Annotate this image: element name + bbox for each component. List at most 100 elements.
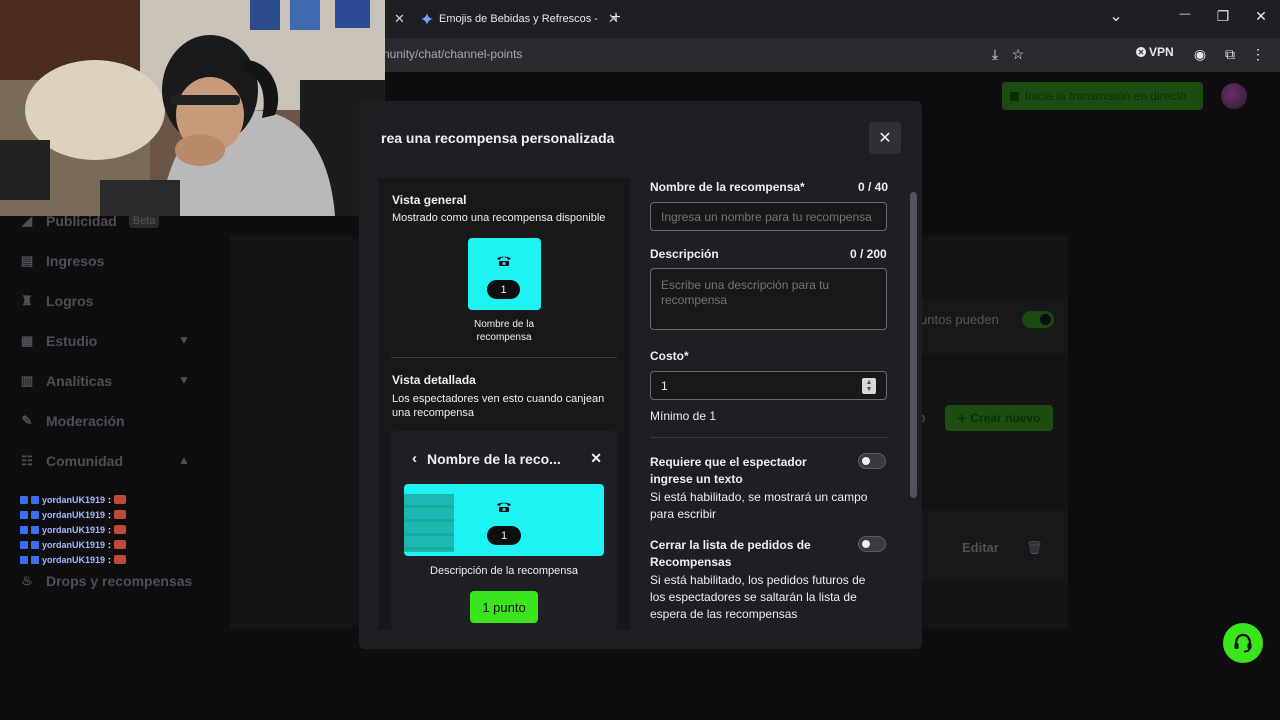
tab-title: Emojis de Bebidas y Refrescos -	[439, 13, 598, 25]
divider	[391, 357, 617, 358]
skip-queue-label: Cerrar la lista de pedidos de Recompensa…	[650, 538, 811, 569]
user-avatar[interactable]	[1221, 83, 1247, 109]
create-new-button[interactable]: + Crear nuevo	[945, 405, 1053, 431]
banner-cost-pill: 1	[487, 526, 521, 545]
description-char-count: 0 / 200	[850, 247, 887, 261]
menu-icon[interactable]: ⋮	[1248, 44, 1268, 64]
background-toggle[interactable]	[1022, 311, 1054, 328]
webcam-image	[0, 0, 385, 216]
account-icon[interactable]: ◉	[1190, 44, 1210, 64]
sidebar-item-analiticas[interactable]: ▥ Analíticas	[20, 371, 112, 391]
trash-icon[interactable]: 🗑	[1026, 540, 1043, 556]
sidebar-item-moderacion[interactable]: ✎ Moderación	[20, 411, 125, 431]
chat-overlay: yordanUK1919: yordanUK1919: yordanUK1919…	[20, 492, 127, 567]
chat-line: yordanUK1919:	[20, 537, 127, 552]
cost-stepper[interactable]: ▲ ▼	[862, 377, 876, 394]
start-live-button[interactable]: Inicia la transmisión en directo	[1002, 82, 1203, 110]
sidebar-item-comunidad[interactable]: ☷ Comunidad	[20, 451, 123, 471]
emote-icon	[114, 495, 127, 504]
emote-icon	[114, 555, 127, 564]
chart-icon: ▤	[20, 253, 34, 268]
trophy-icon: ♜	[21, 293, 33, 308]
cost-value: 1	[661, 378, 668, 393]
cost-label: Costo*	[650, 349, 689, 363]
video-icon	[1010, 91, 1019, 101]
sidebar-item-estudio[interactable]: ▦ Estudio	[20, 331, 98, 351]
sidebar-item-ingresos[interactable]: ▤ Ingresos	[20, 251, 105, 271]
vpn-icon: ✕	[1136, 47, 1146, 57]
gift-icon: ♨	[21, 573, 33, 588]
extensions-icon[interactable]: ⧉	[1220, 44, 1240, 64]
chevron-up-icon[interactable]: ▲	[178, 453, 190, 467]
background-setting-text: untos pueden	[920, 312, 999, 327]
chevron-down-icon[interactable]: ▼	[178, 333, 190, 347]
require-text-toggle[interactable]	[858, 453, 886, 469]
general-view-subtitle: Mostrado como una recompensa disponible	[392, 212, 606, 224]
description-label: Descripción	[650, 247, 719, 261]
chevron-left-icon: ‹	[412, 450, 417, 467]
install-icon[interactable]: ⤓	[985, 44, 1005, 64]
name-char-count: 0 / 40	[858, 180, 889, 194]
browser-tab-active[interactable]: Emojis de Bebidas y Refrescos - ✕	[421, 6, 619, 32]
cost-input[interactable]: 1 ▲ ▼	[650, 371, 887, 400]
modal-scrollbar[interactable]	[910, 192, 917, 498]
reward-name-input[interactable]	[650, 202, 887, 231]
phone-icon	[497, 256, 511, 266]
reward-description-input[interactable]	[650, 268, 887, 330]
detail-reward-banner: 1	[404, 484, 604, 556]
badge-icon	[31, 540, 39, 549]
minimize-button[interactable]: —	[1175, 8, 1195, 20]
help-button[interactable]	[1223, 623, 1263, 663]
reward-tile: 1	[468, 238, 541, 310]
browser-tab-previous[interactable]: ✕	[384, 6, 405, 32]
gemini-icon	[421, 13, 433, 25]
badge-icon	[20, 495, 28, 504]
banner-stripes	[404, 494, 454, 552]
detail-card-header: ‹ Nombre de la reco... ✕	[412, 450, 602, 467]
chat-line: yordanUK1919:	[20, 507, 127, 522]
close-icon: ✕	[590, 450, 602, 466]
badge-icon	[31, 555, 39, 564]
megaphone-icon: ◢	[22, 213, 32, 228]
beta-badge: Beta	[128, 214, 160, 228]
badge-icon	[20, 540, 28, 549]
new-tab-button[interactable]: +	[606, 9, 626, 27]
redeem-button[interactable]: 1 punto	[470, 591, 538, 623]
window-close-button[interactable]: ✕	[1251, 8, 1271, 25]
analytics-icon: ▥	[20, 373, 34, 388]
badge-icon	[31, 510, 39, 519]
sidebar-item-logros[interactable]: ♜ Logros	[20, 291, 93, 311]
badge-icon	[20, 555, 28, 564]
badge-icon	[20, 510, 28, 519]
divider	[650, 437, 888, 438]
modal-close-button[interactable]: ✕	[869, 122, 901, 154]
restore-button[interactable]: ❐	[1213, 8, 1233, 25]
name-label: Nombre de la recompensa*	[650, 180, 805, 194]
tile-reward-name: Nombre de la recompensa	[473, 319, 535, 343]
community-icon: ☷	[21, 453, 33, 468]
close-tab-icon[interactable]: ✕	[394, 11, 405, 27]
sidebar-item-drops[interactable]: ♨ Drops y recompensas	[20, 571, 192, 591]
film-icon: ▦	[20, 333, 34, 348]
badge-icon	[31, 525, 39, 534]
emote-icon	[114, 510, 127, 519]
badge-icon	[20, 525, 28, 534]
require-text-help: Si está habilitado, se mostrará un campo…	[650, 490, 868, 521]
tile-cost-pill: 1	[487, 280, 520, 299]
skip-queue-toggle[interactable]	[858, 536, 886, 552]
chat-line: yordanUK1919:	[20, 552, 127, 567]
chevron-down-icon[interactable]: ⌄	[1106, 6, 1126, 26]
require-text-label: Requiere que el espectador ingrese un te…	[650, 455, 807, 486]
wrench-icon: ✎	[21, 413, 33, 428]
edit-button[interactable]: Editar	[962, 540, 999, 555]
modal-title: rea una recompensa personalizada	[381, 130, 615, 146]
emote-icon	[114, 525, 127, 534]
plus-icon: +	[957, 409, 967, 427]
bookmark-star-icon[interactable]: ☆	[1008, 44, 1028, 64]
chat-line: yordanUK1919:	[20, 492, 127, 507]
chevron-down-icon[interactable]: ▼	[178, 373, 190, 387]
close-icon: ✕	[878, 130, 892, 147]
vpn-button[interactable]: ✕ VPN	[1136, 45, 1174, 59]
url-text[interactable]: nunity/chat/channel-points	[383, 47, 522, 61]
skip-queue-help: Si está habilitado, los pedidos futuros …	[650, 573, 866, 621]
